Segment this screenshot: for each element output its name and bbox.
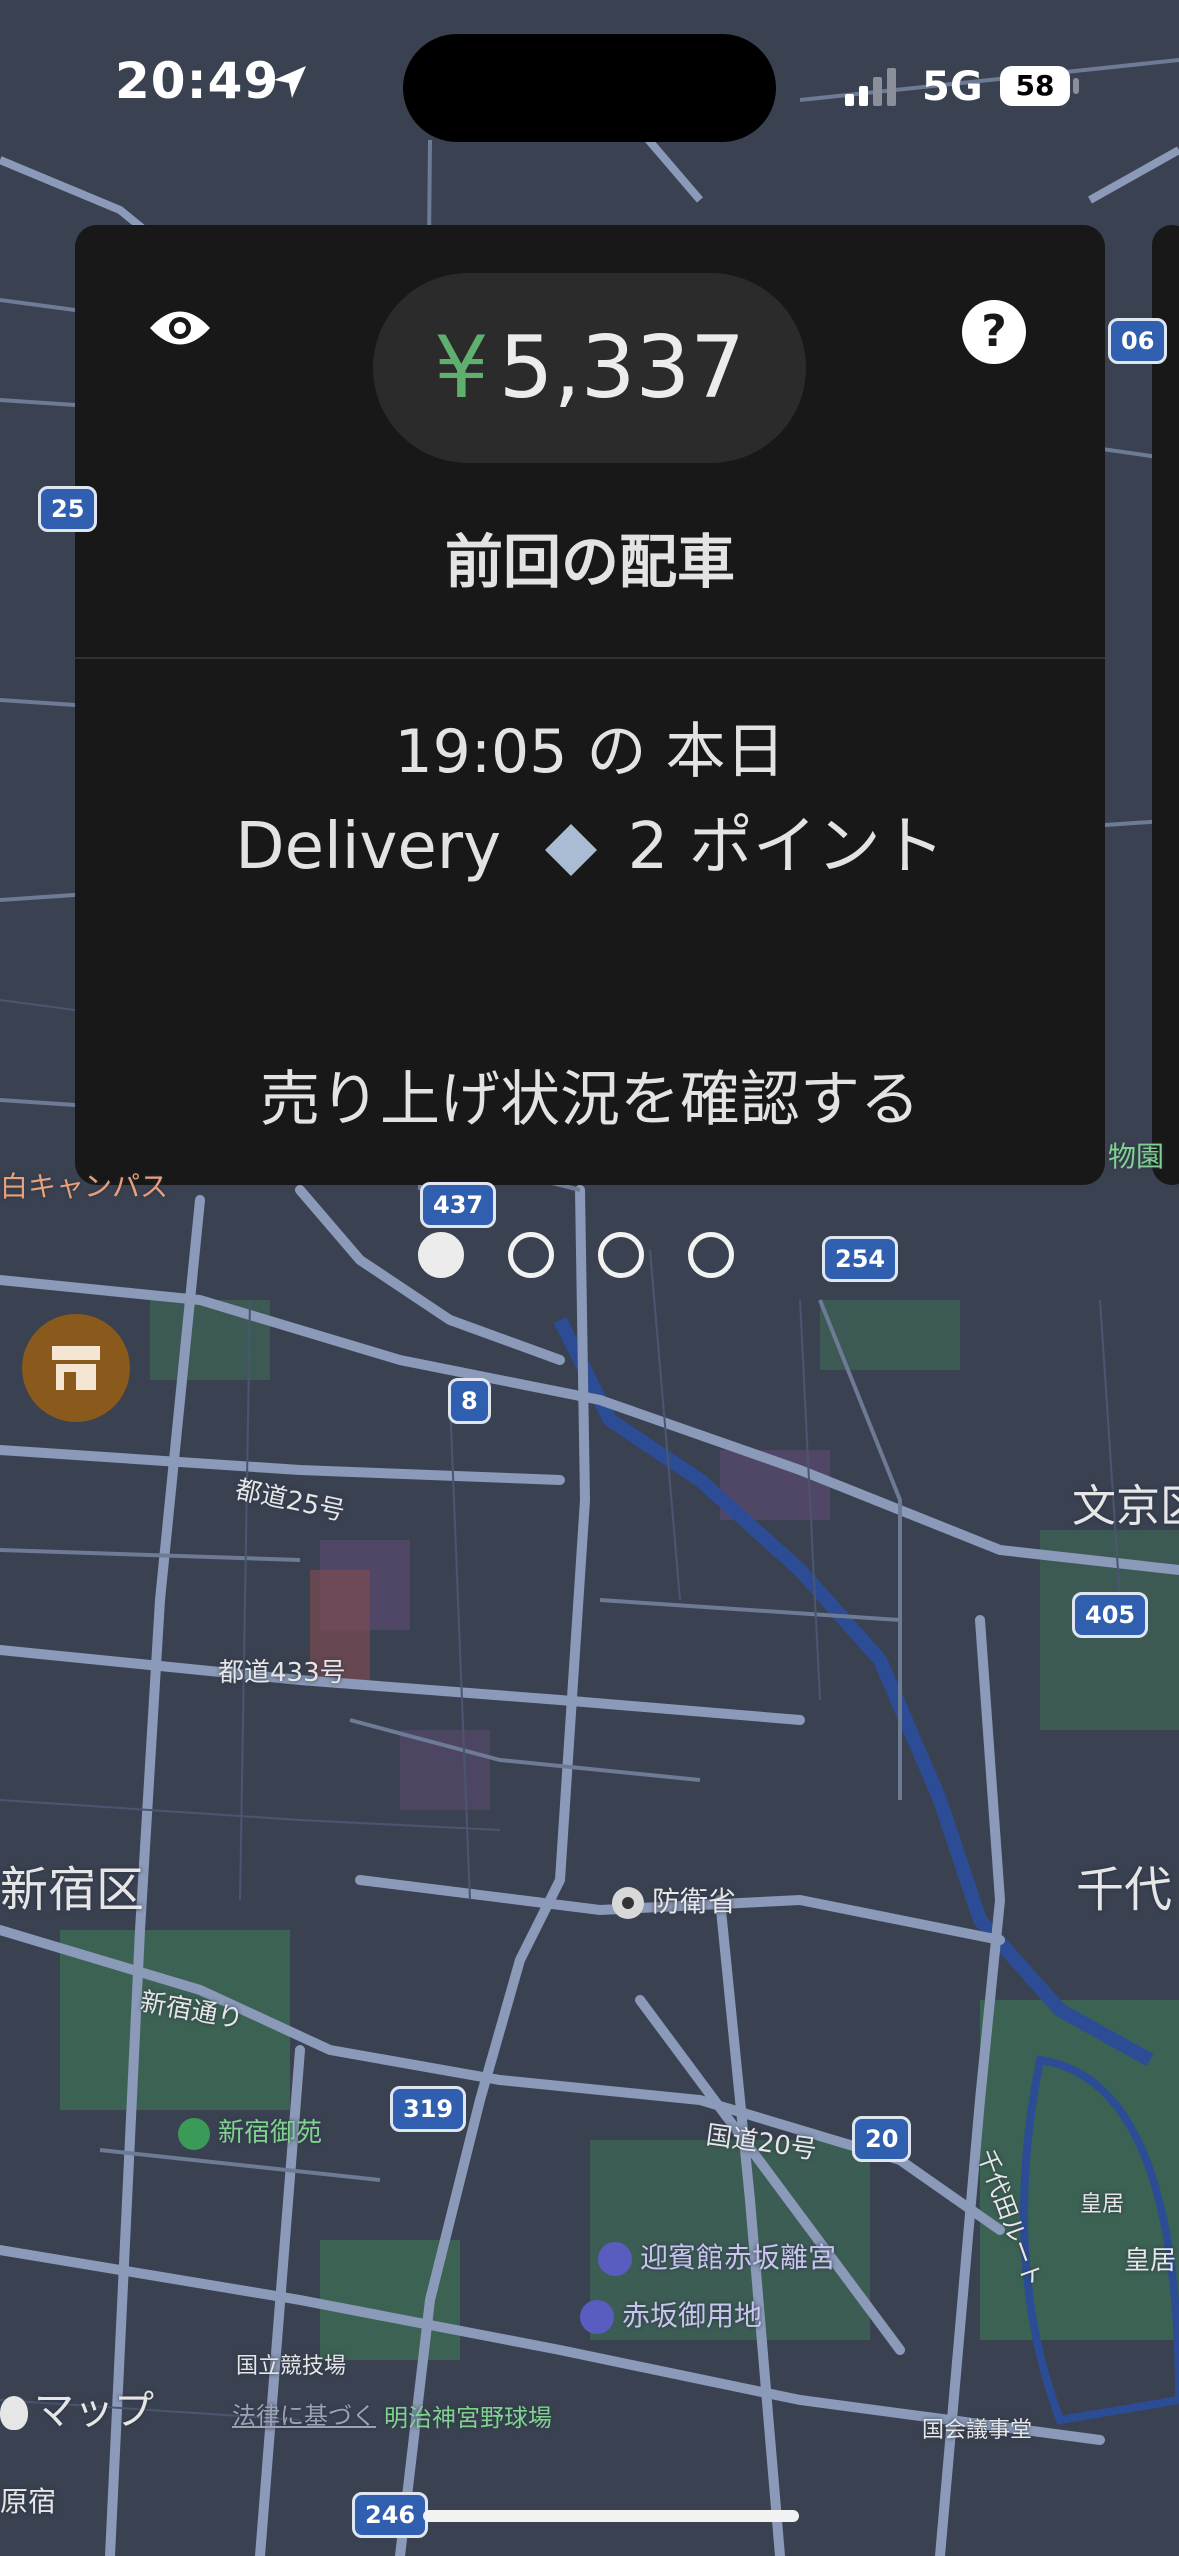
status-time: 20:49	[115, 52, 280, 110]
pager-dot[interactable]	[508, 1232, 554, 1278]
map-label-museum: 物園	[1108, 1140, 1165, 1173]
map-label-boeisho: 防衛省	[612, 1880, 736, 1920]
route-shield-405: 405	[1072, 1592, 1149, 1638]
view-earnings-link[interactable]: 売り上げ状況を確認する	[75, 1051, 1105, 1138]
trip-type: Delivery	[235, 810, 501, 884]
map-label-kokkai: 国会議事堂	[922, 2418, 1033, 2443]
palace-icon	[580, 2300, 614, 2334]
battery-cap	[1073, 78, 1079, 94]
map-label-akasaka: 赤坂御用地	[580, 2294, 762, 2334]
store-button[interactable]	[22, 1314, 130, 1422]
next-card-peek[interactable]	[1152, 225, 1179, 1185]
route-shield-20: 20	[852, 2116, 912, 2162]
map-label-harajuku: 原宿	[0, 2485, 57, 2518]
map-label-campus: 白キャンパス	[0, 1170, 169, 1203]
earnings-amount-pill[interactable]: ¥ 5,337	[373, 273, 806, 463]
route-shield-8: 8	[448, 1378, 491, 1424]
map-label-jingu: 明治神宮野球場	[384, 2404, 552, 2432]
akasaka-label: 赤坂御用地	[622, 2299, 763, 2332]
pager-dot[interactable]	[688, 1232, 734, 1278]
dynamic-island	[403, 34, 776, 142]
diamond-icon	[545, 824, 598, 877]
location-arrow-icon	[274, 66, 306, 98]
map-label-road-433: 都道433号	[218, 1658, 346, 1688]
park-icon	[178, 2117, 210, 2150]
trip-details: Delivery 2 ポイント	[75, 795, 1105, 887]
boeisho-label: 防衛省	[652, 1885, 737, 1918]
map-label-kokyo: 皇居	[1080, 2192, 1125, 2217]
map-label-kokyo-2: 皇居	[1124, 2246, 1177, 2276]
eye-icon[interactable]	[147, 305, 213, 351]
card-title: 前回の配車	[444, 528, 735, 596]
legal-link[interactable]: 法律に基づく	[232, 2396, 376, 2431]
pager-dot[interactable]	[598, 1232, 644, 1278]
card-pager	[418, 1232, 734, 1278]
store-icon	[52, 1346, 100, 1390]
apple-logo-icon	[0, 2396, 28, 2430]
map-label-shinjuku-ku: 新宿区	[0, 1862, 145, 1918]
status-bar: 20:49 5G 58	[0, 0, 1179, 150]
battery-level: 58	[1015, 69, 1055, 102]
shinjuku-gyoen-label: 新宿御苑	[218, 2118, 323, 2148]
pager-dot[interactable]	[418, 1232, 464, 1278]
earnings-card[interactable]: ¥ 5,337 ? 前回の配車 19:05 の 本日 Delivery 2 ポイ…	[75, 225, 1105, 1185]
earnings-amount: 5,337	[498, 318, 745, 418]
card-divider	[75, 657, 1105, 659]
palace-icon	[598, 2242, 632, 2276]
help-icon[interactable]: ?	[962, 300, 1026, 364]
route-shield-06: 06	[1108, 318, 1168, 364]
trip-points: 2 ポイント	[627, 810, 945, 884]
map-label-bunkyo: 文京区	[1072, 1481, 1179, 1532]
home-indicator[interactable]	[423, 2510, 799, 2522]
map-label-chiyoda: 千代	[1076, 1862, 1173, 1918]
route-shield-319: 319	[390, 2086, 467, 2132]
map-label-geihinkan: 迎賓館赤坂離宮	[598, 2236, 836, 2276]
trip-time: 19:05 の 本日	[394, 717, 786, 787]
poi-pin-icon	[612, 1887, 644, 1919]
route-shield-25: 25	[38, 486, 98, 532]
maps-brand-label: マップ	[34, 2388, 154, 2434]
maps-brand: マップ	[0, 2378, 154, 2436]
battery-icon: 58	[1000, 66, 1070, 106]
network-label: 5G	[922, 64, 983, 110]
map-label-shinjuku-gyoen: 新宿御苑	[178, 2112, 322, 2150]
map-label-kokuritsu: 国立競技場	[236, 2354, 347, 2379]
currency-symbol: ¥	[434, 318, 489, 418]
signal-icon	[845, 68, 896, 106]
geihinkan-label: 迎賓館赤坂離宮	[640, 2241, 837, 2274]
route-shield-437: 437	[420, 1182, 497, 1228]
route-shield-246: 246	[352, 2492, 429, 2538]
route-shield-254: 254	[822, 1236, 899, 1282]
